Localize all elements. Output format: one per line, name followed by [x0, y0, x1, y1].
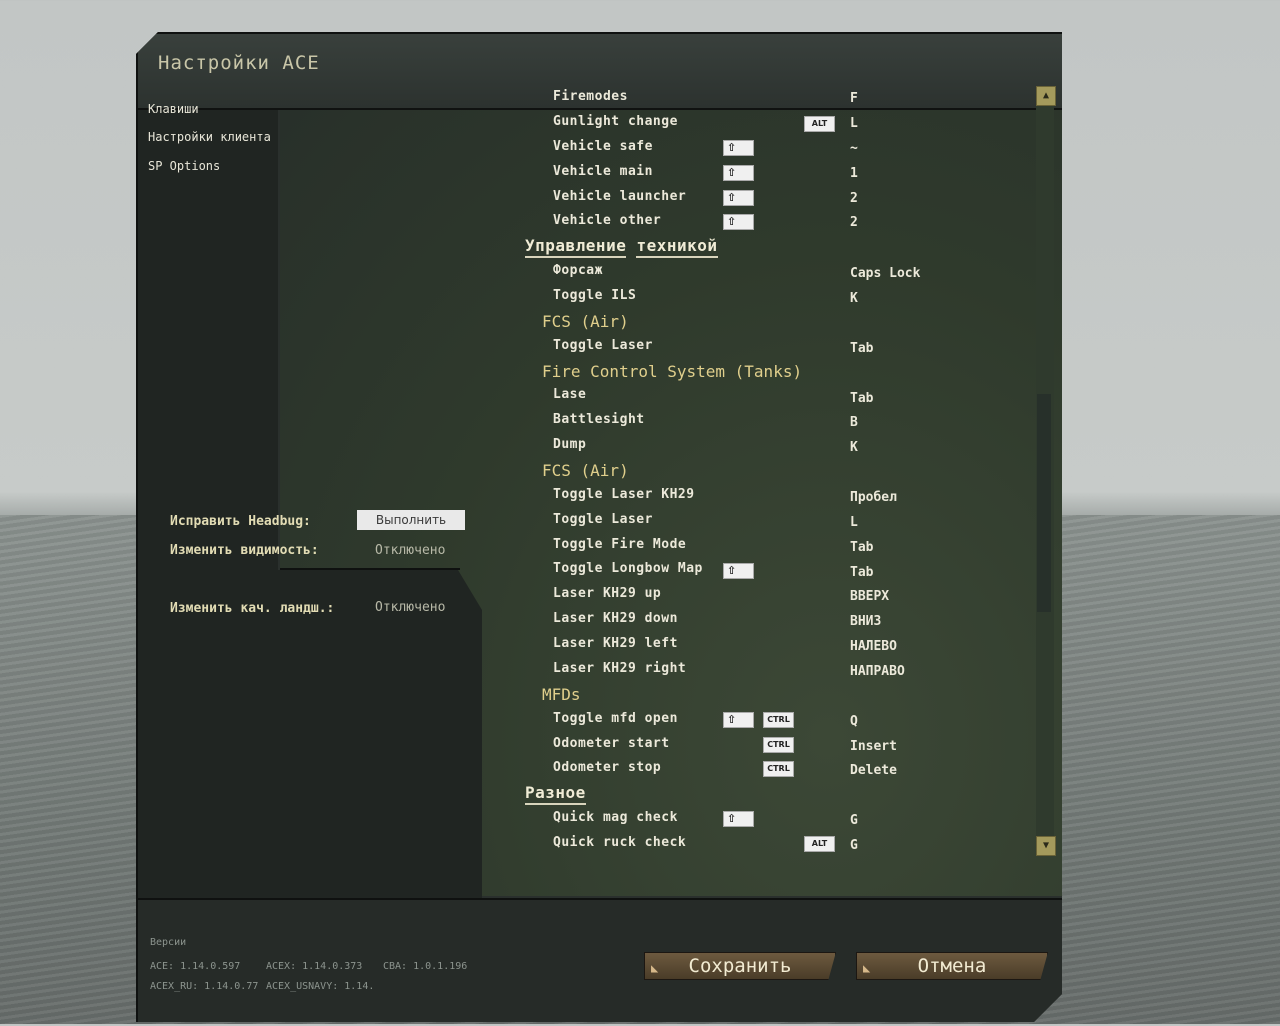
binding-key[interactable]: Insert — [850, 739, 897, 754]
version-acex-usnavy: ACEX_USNAVY: 1.14. — [266, 981, 375, 992]
binding-name[interactable]: Toggle Laser — [553, 338, 653, 353]
binding-name[interactable]: Toggle Longbow Map — [553, 561, 703, 576]
version-acex: ACEX: 1.14.0.373 — [266, 961, 363, 972]
divider — [280, 568, 460, 570]
alt-modifier-icon: ALT — [804, 836, 835, 852]
scroll-up-icon[interactable]: ▲ — [1036, 86, 1056, 106]
binding-key[interactable]: Tab — [850, 391, 873, 406]
nav-item-sp-options[interactable]: SP Options — [148, 159, 220, 173]
binding-key[interactable]: НАПРАВО — [850, 664, 905, 679]
ctrl-modifier-icon: CTRL — [763, 712, 794, 728]
binding-key[interactable]: ВНИЗ — [850, 614, 881, 629]
arrow-icon: ◣ — [651, 961, 659, 975]
binding-key[interactable]: Tab — [850, 565, 873, 580]
binding-name[interactable]: Laser KH29 up — [553, 586, 661, 601]
shift-modifier-icon: ⇧ — [723, 712, 754, 728]
binding-key[interactable]: B — [850, 415, 858, 430]
alt-modifier-icon: ALT — [804, 116, 835, 132]
binding-key[interactable]: K — [850, 291, 858, 306]
binding-key[interactable]: Q — [850, 714, 858, 729]
arrow-icon: ◣ — [863, 961, 871, 975]
binding-key[interactable]: ~ — [850, 141, 858, 156]
save-button[interactable]: ◣ Сохранить — [644, 952, 836, 980]
section-word: техникой — [636, 236, 718, 258]
binding-key[interactable]: ВВЕРХ — [850, 589, 889, 604]
binding-name[interactable]: Toggle Laser — [553, 512, 653, 527]
binding-key[interactable]: Caps Lock — [850, 266, 920, 281]
version-cba: CBA: 1.0.1.196 — [383, 961, 468, 972]
binding-name[interactable]: Odometer stop — [553, 760, 661, 775]
binding-name[interactable]: Laser KH29 down — [553, 611, 678, 626]
ctrl-modifier-icon: CTRL — [763, 737, 794, 753]
visibility-label: Изменить видимость: — [170, 543, 319, 558]
ace-settings-window: Настройки ACE Клавиши Настройки клиента … — [136, 32, 1062, 1022]
binding-name[interactable]: Odometer start — [553, 736, 670, 751]
binding-key[interactable]: Delete — [850, 763, 897, 778]
binding-name[interactable]: Firemodes — [553, 89, 628, 104]
binding-name[interactable]: Vehicle safe — [553, 139, 653, 154]
shift-modifier-icon: ⇧ — [723, 214, 754, 230]
binding-key[interactable]: Tab — [850, 540, 873, 555]
window-title: Настройки ACE — [158, 52, 320, 74]
visibility-value[interactable]: Отключено — [375, 543, 445, 558]
binding-name[interactable]: Quick mag check — [553, 810, 678, 825]
binding-name[interactable]: Toggle mfd open — [553, 711, 678, 726]
binding-key[interactable]: 2 — [850, 215, 858, 230]
scroll-down-icon[interactable]: ▼ — [1036, 836, 1056, 856]
nav-item-client-settings[interactable]: Настройки клиента — [148, 130, 271, 144]
section-word: Разное — [525, 783, 586, 805]
binding-name[interactable]: Toggle Fire Mode — [553, 537, 686, 552]
nav-item-keys[interactable]: Клавиши — [148, 102, 199, 116]
binding-name[interactable]: Vehicle main — [553, 164, 653, 179]
subsection-mfds: MFDs — [542, 685, 581, 704]
shift-modifier-icon: ⇧ — [723, 811, 754, 827]
binding-name[interactable]: Battlesight — [553, 412, 645, 427]
binding-name[interactable]: Quick ruck check — [553, 835, 686, 850]
subsection-fcs-air: FCS (Air) — [542, 461, 629, 480]
headbug-execute-button[interactable]: Выполнить — [357, 510, 465, 530]
binding-key[interactable]: F — [850, 91, 858, 106]
binding-name[interactable]: Форсаж — [553, 263, 603, 278]
save-button-label: Сохранить — [688, 955, 792, 977]
ctrl-modifier-icon: CTRL — [763, 761, 794, 777]
version-ace: ACE: 1.14.0.597 — [150, 961, 241, 972]
terrain-label: Изменить кач. ландш.: — [170, 601, 335, 616]
shift-modifier-icon: ⇧ — [723, 165, 754, 181]
binding-key[interactable]: G — [850, 838, 858, 853]
options-panel — [138, 570, 482, 898]
binding-key[interactable]: Пробел — [850, 490, 897, 505]
section-vehicle-control: Управление техникой — [525, 236, 718, 258]
terrain-value[interactable]: Отключено — [375, 600, 445, 615]
section-misc: Разное — [525, 783, 586, 805]
binding-name[interactable]: Lase — [553, 387, 586, 402]
subsection-fcs-tanks: Fire Control System (Tanks) — [542, 362, 803, 381]
cancel-button[interactable]: ◣ Отмена — [856, 952, 1048, 980]
binding-key[interactable]: G — [850, 813, 858, 828]
binding-name[interactable]: Laser KH29 left — [553, 636, 678, 651]
binding-name[interactable]: Laser KH29 right — [553, 661, 686, 676]
binding-name[interactable]: Toggle ILS — [553, 288, 636, 303]
binding-key[interactable]: L — [850, 515, 858, 530]
shift-modifier-icon: ⇧ — [723, 563, 754, 579]
binding-key[interactable]: 1 — [850, 166, 858, 181]
binding-name[interactable]: Vehicle launcher — [553, 189, 686, 204]
versions-label: Версии — [150, 937, 187, 948]
subsection-fcs-air: FCS (Air) — [542, 312, 629, 331]
scrollbar-thumb[interactable] — [1037, 394, 1051, 612]
section-word: Управление — [525, 236, 627, 258]
cancel-button-label: Отмена — [917, 955, 987, 977]
headbug-label: Исправить Headbug: — [170, 514, 311, 529]
binding-name[interactable]: Toggle Laser KH29 — [553, 487, 695, 502]
shift-modifier-icon: ⇧ — [723, 140, 754, 156]
binding-key[interactable]: 2 — [850, 191, 858, 206]
binding-key[interactable]: L — [850, 116, 858, 131]
version-acex-ru: ACEX_RU: 1.14.0.77 — [150, 981, 259, 992]
binding-name[interactable]: Vehicle other — [553, 213, 661, 228]
binding-name[interactable]: Dump — [553, 437, 586, 452]
binding-key[interactable]: НАЛЕВО — [850, 639, 897, 654]
binding-key[interactable]: K — [850, 440, 858, 455]
binding-key[interactable]: Tab — [850, 341, 873, 356]
shift-modifier-icon: ⇧ — [723, 190, 754, 206]
binding-name[interactable]: Gunlight change — [553, 114, 678, 129]
